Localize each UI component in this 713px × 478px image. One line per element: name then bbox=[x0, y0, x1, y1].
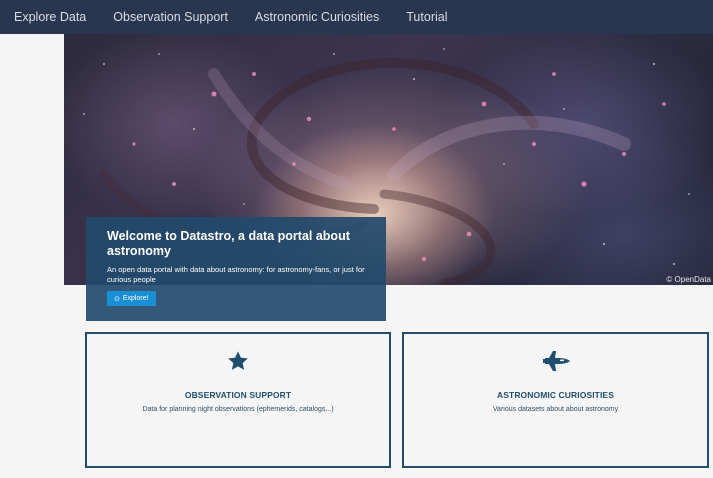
compass-icon: ⊙ bbox=[114, 295, 120, 303]
card-observation-support[interactable]: OBSERVATION SUPPORT Data for planning ni… bbox=[85, 332, 391, 468]
card-description: Data for planning night observations (ep… bbox=[142, 406, 334, 413]
nav-explore-data[interactable]: Explore Data bbox=[0, 0, 100, 34]
card-title: ASTRONOMIC CURIOSITIES bbox=[497, 390, 614, 400]
explore-button[interactable]: ⊙ Explore! bbox=[107, 291, 156, 306]
card-description: Various datasets about about astronomy bbox=[492, 406, 619, 413]
nav-tutorial[interactable]: Tutorial bbox=[393, 0, 461, 34]
card-astronomic-curiosities[interactable]: ASTRONOMIC CURIOSITIES Various datasets … bbox=[402, 332, 709, 468]
top-navbar: Explore Data Observation Support Astrono… bbox=[0, 0, 713, 34]
star-icon bbox=[227, 350, 249, 377]
nav-astronomic-curiosities[interactable]: Astronomic Curiosities bbox=[241, 0, 392, 34]
welcome-subtitle: An open data portal with data about astr… bbox=[107, 265, 365, 284]
explore-button-label: Explore! bbox=[122, 295, 149, 302]
space-shuttle-icon bbox=[541, 350, 571, 377]
card-title: OBSERVATION SUPPORT bbox=[184, 390, 292, 400]
welcome-panel: Welcome to Datastro, a data portal about… bbox=[86, 217, 386, 321]
welcome-title: Welcome to Datastro, a data portal about… bbox=[107, 229, 350, 258]
nav-observation-support[interactable]: Observation Support bbox=[100, 0, 242, 34]
image-credit: © OpenData bbox=[666, 275, 711, 284]
